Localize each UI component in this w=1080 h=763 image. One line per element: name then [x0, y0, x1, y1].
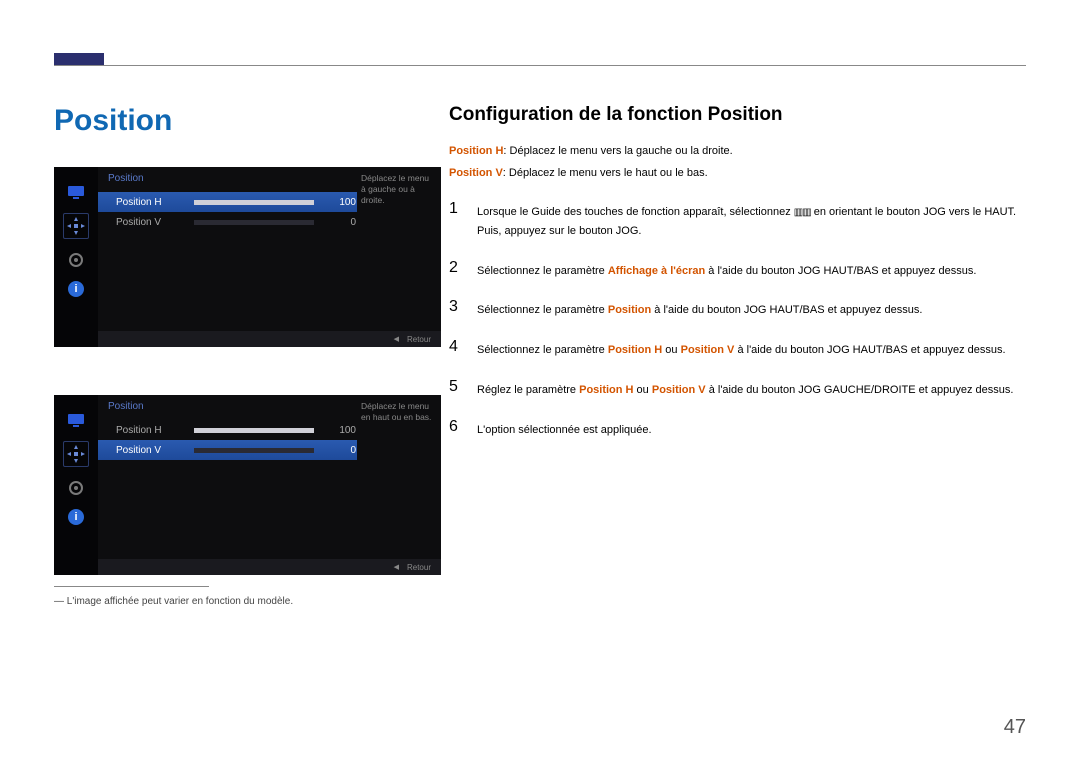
step-4: 4 Sélectionnez le paramètre Position H o… [449, 338, 1026, 360]
step-text: Sélectionnez le paramètre Affichage à l'… [477, 259, 976, 281]
steps-list: 1 Lorsque le Guide des touches de foncti… [449, 200, 1026, 439]
step-text: Réglez le paramètre Position H ou Positi… [477, 378, 1013, 400]
osd-footer-back: Retour [407, 563, 431, 572]
osd-row-position-v: Position V 0 [98, 212, 357, 232]
step-2: 2 Sélectionnez le paramètre Affichage à … [449, 259, 1026, 281]
osd-row-value: 0 [324, 217, 356, 228]
section-heading: Configuration de la fonction Position [449, 104, 1026, 126]
step-3: 3 Sélectionnez le paramètre Position à l… [449, 298, 1026, 320]
gear-icon [64, 249, 88, 271]
position-v-label: Position V [449, 167, 503, 179]
osd-title: Position [98, 167, 357, 192]
osd-slider [194, 220, 314, 225]
footnote-rule [54, 586, 209, 587]
step-number: 2 [449, 259, 477, 277]
osd-footer: ◀ Retour [98, 331, 441, 347]
osd-row-position-v: Position V 0 [98, 440, 357, 460]
osd-row-label: Position V [116, 217, 194, 228]
osd-row-value: 100 [324, 197, 356, 208]
info-icon: i [68, 281, 84, 297]
step-6: 6 L'option sélectionnée est appliquée. [449, 418, 1026, 440]
step-1: 1 Lorsque le Guide des touches de foncti… [449, 200, 1026, 240]
menu-icon: ▥▥ [794, 204, 811, 221]
osd-hint: Déplacez le menu en haut ou en bas. [361, 401, 435, 423]
definition-position-h: Position H: Déplacez le menu vers la gau… [449, 142, 1026, 161]
position-h-text: : Déplacez le menu vers la gauche ou la … [503, 145, 732, 157]
osd-preview-1: i Position Position H 100 Position V 0 D… [54, 167, 441, 347]
position-v-text: : Déplacez le menu vers le haut ou le ba… [503, 167, 708, 179]
osd-panel: Position Position H 100 Position V 0 [98, 395, 357, 559]
osd-sidebar: i [54, 167, 98, 347]
osd-title: Position [98, 395, 357, 420]
osd-row-label: Position H [116, 197, 194, 208]
osd-slider [194, 428, 314, 433]
page-title: Position [54, 104, 172, 138]
back-arrow-icon: ◀ [394, 335, 399, 343]
step-number: 1 [449, 200, 477, 218]
position-h-label: Position H [449, 145, 503, 157]
header-rule [54, 65, 1026, 66]
osd-row-position-h: Position H 100 [98, 192, 357, 212]
osd-row-value: 0 [324, 445, 356, 456]
position-arrows-icon [63, 441, 89, 467]
osd-row-value: 100 [324, 425, 356, 436]
back-arrow-icon: ◀ [394, 563, 399, 571]
step-text: L'option sélectionnée est appliquée. [477, 418, 652, 440]
osd-row-label: Position H [116, 425, 194, 436]
page-number: 47 [1004, 716, 1026, 739]
step-number: 6 [449, 418, 477, 436]
osd-row-position-h: Position H 100 [98, 420, 357, 440]
osd-footer-back: Retour [407, 335, 431, 344]
osd-slider [194, 448, 314, 453]
definition-position-v: Position V: Déplacez le menu vers le hau… [449, 164, 1026, 183]
step-text: Sélectionnez le paramètre Position à l'a… [477, 298, 922, 320]
osd-hint: Déplacez le menu à gauche ou à droite. [361, 173, 435, 206]
osd-slider [194, 200, 314, 205]
step-text: Lorsque le Guide des touches de fonction… [477, 200, 1026, 240]
step-text: Sélectionnez le paramètre Position H ou … [477, 338, 1006, 360]
gear-icon [64, 477, 88, 499]
monitor-icon [64, 409, 88, 431]
step-number: 4 [449, 338, 477, 356]
osd-sidebar: i [54, 395, 98, 575]
osd-panel: Position Position H 100 Position V 0 [98, 167, 357, 331]
position-arrows-icon [63, 213, 89, 239]
monitor-icon [64, 181, 88, 203]
step-number: 5 [449, 378, 477, 396]
osd-footer: ◀ Retour [98, 559, 441, 575]
osd-row-label: Position V [116, 445, 194, 456]
step-number: 3 [449, 298, 477, 316]
step-5: 5 Réglez le paramètre Position H ou Posi… [449, 378, 1026, 400]
right-column: Configuration de la fonction Position Po… [449, 104, 1026, 457]
info-icon: i [68, 509, 84, 525]
footnote: ― L'image affichée peut varier en foncti… [54, 596, 293, 607]
osd-preview-2: i Position Position H 100 Position V 0 D… [54, 395, 441, 575]
